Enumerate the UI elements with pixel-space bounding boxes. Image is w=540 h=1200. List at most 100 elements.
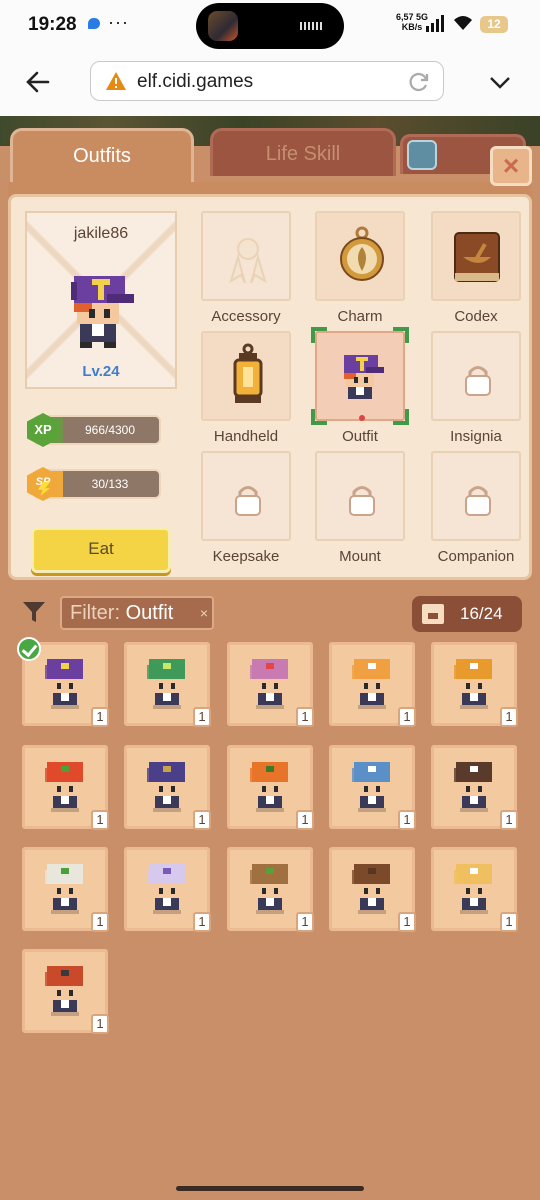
outfit-item-tree-stump[interactable]: 1 <box>227 847 314 932</box>
username: jakile86 <box>73 225 129 242</box>
equipment-panel-inner: jakile86 Lv.24 966/4300 XP 30/133 Eat Ac… <box>8 194 532 580</box>
outfit-item-blonde-chick[interactable]: 1 <box>431 847 518 932</box>
url-bar[interactable]: elf.cidi.games <box>90 61 444 101</box>
outfit-item-cowboy-hat[interactable]: 1 <box>329 847 416 932</box>
warning-icon[interactable] <box>105 71 127 91</box>
slot-label: Insignia <box>450 428 502 445</box>
slot-label: Handheld <box>213 428 279 445</box>
dynamic-island[interactable] <box>196 3 344 49</box>
clock: 19:28 <box>28 14 77 35</box>
outfit-item-tomato[interactable]: 1 <box>22 745 109 830</box>
eat-button[interactable]: Eat <box>31 527 171 573</box>
tree-stump-outfit-icon <box>250 864 288 914</box>
leaf-icon <box>407 140 437 170</box>
quantity-badge: 1 <box>500 707 518 727</box>
outfit-item-robot-head[interactable]: 1 <box>124 745 211 830</box>
slot-label: Charm <box>337 308 383 325</box>
robot-head-outfit-icon <box>147 762 185 812</box>
selection-corner <box>393 327 409 343</box>
miner-helmet-outfit-icon <box>454 659 492 709</box>
selection-corner <box>311 327 327 343</box>
profile-card: jakile86 Lv.24 <box>25 211 177 389</box>
slot-mount[interactable] <box>315 451 405 541</box>
slot-charm[interactable] <box>315 211 405 301</box>
sp-bar: 30/133 SP <box>27 467 161 501</box>
filter-chip[interactable]: Filter: Outfit × <box>60 596 214 630</box>
more-notifications-icon: ··· <box>108 12 129 32</box>
quantity-badge: 1 <box>193 912 211 932</box>
quantity-badge: 1 <box>296 707 314 727</box>
chevron-down-icon[interactable] <box>488 70 512 94</box>
quantity-badge: 1 <box>398 707 416 727</box>
audio-bars-icon <box>300 22 322 30</box>
outfit-item-shark-hood[interactable]: 1 <box>329 745 416 830</box>
filter-clear-icon[interactable]: × <box>200 598 208 628</box>
quantity-badge: 1 <box>91 1014 109 1034</box>
outfit-item-anglerfish[interactable]: 1 <box>124 642 211 727</box>
filter-funnel-icon[interactable] <box>22 600 46 624</box>
outfit-item-purple-cap[interactable]: 1 <box>17 637 109 727</box>
tomato-outfit-icon <box>45 762 83 812</box>
outfit-item-red-helmet[interactable]: 1 <box>22 949 109 1034</box>
tab-life-skill[interactable]: Life Skill <box>210 128 396 176</box>
reload-icon[interactable] <box>407 70 431 94</box>
outfit-item-pink-goggles[interactable]: 1 <box>227 642 314 727</box>
quantity-badge: 1 <box>91 810 109 830</box>
cowboy-hat-outfit-icon <box>352 864 390 914</box>
tab-outfits[interactable]: Outfits <box>10 128 194 184</box>
quantity-badge: 1 <box>91 707 109 727</box>
outfit-item-tiger-hood[interactable]: 1 <box>329 642 416 727</box>
slot-handheld[interactable] <box>201 331 291 421</box>
heart-icon <box>359 415 365 421</box>
pink-goggles-outfit-icon <box>250 659 288 709</box>
back-arrow-icon[interactable] <box>24 68 52 96</box>
outfit-item-pumpkin[interactable]: 1 <box>227 745 314 830</box>
selection-corner <box>393 409 409 425</box>
network-speed: 6,57 5G KB/s <box>396 12 429 32</box>
battery-icon: 12 <box>480 16 508 33</box>
slot-companion[interactable] <box>431 451 521 541</box>
outfit-item-astronaut[interactable]: 1 <box>124 847 211 932</box>
outfit-item-miner-helmet[interactable]: 1 <box>431 642 518 727</box>
slot-codex[interactable] <box>431 211 521 301</box>
quantity-badge: 1 <box>193 810 211 830</box>
outfit-item-turban-goblin[interactable]: 1 <box>22 847 109 932</box>
level-label: Lv.24 <box>82 363 120 380</box>
equipment-panel: jakile86 Lv.24 966/4300 XP 30/133 Eat Ac… <box>8 182 532 580</box>
avatar <box>71 276 134 348</box>
shark-hood-outfit-icon <box>352 762 390 812</box>
inventory-count: 16/24 <box>460 604 503 623</box>
slot-keepsake[interactable] <box>201 451 291 541</box>
bun-hair-outfit-icon <box>454 762 492 812</box>
sp-value: 30/133 <box>91 477 129 491</box>
equipped-check-icon <box>17 637 41 661</box>
quantity-badge: 1 <box>398 912 416 932</box>
xp-bar: 966/4300 XP <box>27 413 161 447</box>
quantity-badge: 1 <box>296 810 314 830</box>
slot-accessory[interactable] <box>201 211 291 301</box>
slot-outfit[interactable] <box>311 327 409 425</box>
filter-label: Filter: <box>70 602 120 624</box>
quantity-badge: 1 <box>398 810 416 830</box>
url-text[interactable]: elf.cidi.games <box>137 71 253 93</box>
slot-insignia[interactable] <box>431 331 521 421</box>
inventory-counter: 16/24 <box>412 596 522 632</box>
xp-value: 966/4300 <box>84 423 136 437</box>
tiger-hood-outfit-icon <box>352 659 390 709</box>
astronaut-outfit-icon <box>147 864 185 914</box>
messenger-icon <box>88 18 100 29</box>
storage-box-icon <box>422 604 444 624</box>
slot-label: Mount <box>339 548 381 565</box>
anglerfish-outfit-icon <box>147 659 185 709</box>
outfit-item-bun-hair[interactable]: 1 <box>431 745 518 830</box>
slot-label: Outfit <box>342 428 378 445</box>
browser-toolbar: elf.cidi.games <box>0 50 540 116</box>
purple-cap-outfit-icon <box>45 659 83 709</box>
home-indicator[interactable] <box>176 1186 364 1191</box>
close-button[interactable]: × <box>490 146 532 186</box>
selection-corner <box>311 409 327 425</box>
media-thumbnail <box>208 11 238 41</box>
wifi-icon <box>452 14 474 37</box>
slot-label: Codex <box>454 308 498 325</box>
slot-label: Companion <box>437 548 515 565</box>
